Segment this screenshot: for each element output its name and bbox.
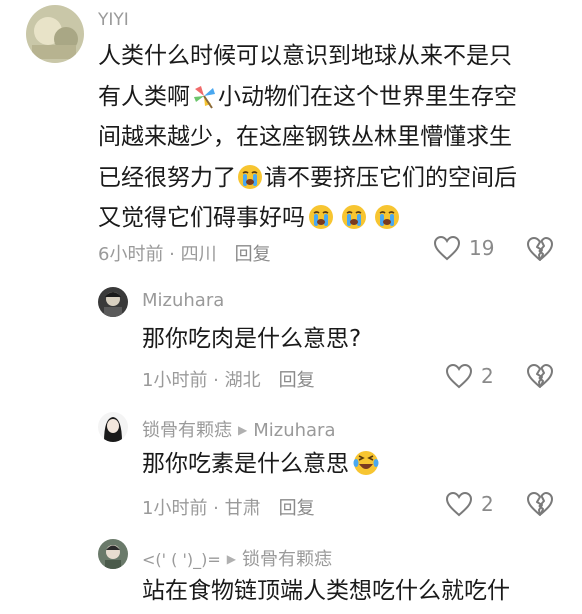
username: <(' ( ')_)= ▶ 锁骨有颗痣	[142, 545, 332, 571]
like-count: 19	[469, 236, 495, 260]
author-name[interactable]: <(' ( ')_)=	[142, 550, 221, 569]
like-count: 2	[481, 364, 494, 388]
comment-line: 人类什么时候可以意识到地球从来不是只	[98, 43, 512, 69]
username[interactable]: Mizuhara	[142, 290, 224, 311]
broken-heart-icon	[527, 492, 553, 516]
comment-line: 间越来越少，在这座钢铁丛林里懵懂求生	[98, 124, 512, 150]
comment-meta: 1小时前 · 湖北 回复	[142, 366, 315, 392]
reply-to-name[interactable]: 锁骨有颗痣	[242, 545, 332, 571]
heart-outline-icon	[433, 235, 461, 261]
timestamp: 1小时前	[142, 498, 208, 519]
location: 湖北	[224, 370, 261, 391]
reply-button[interactable]: 回复	[279, 498, 315, 519]
avatar[interactable]	[98, 412, 128, 442]
comment-line: 有人类啊 小动物们在这个世界里生存空	[98, 83, 517, 110]
comment-text[interactable]: 那你吃肉是什么意思?	[142, 319, 361, 360]
comment-meta: 1小时前 · 甘肃 回复	[142, 494, 315, 520]
username: 锁骨有颗痣 ▶ Mizuhara	[142, 416, 336, 442]
dislike-button[interactable]	[526, 491, 554, 517]
author-name[interactable]: 锁骨有颗痣	[142, 420, 232, 441]
avatar[interactable]	[98, 287, 128, 317]
comment-text[interactable]: 人类什么时候可以意识到地球从来不是只 有人类啊 小动物们在这个世界里生存空 间越来…	[98, 36, 517, 239]
comment-text[interactable]: 站在食物链顶端人类想吃什么就吃什	[142, 571, 510, 612]
dislike-button[interactable]	[526, 363, 554, 389]
username[interactable]: YIYI	[98, 10, 129, 30]
comment-text[interactable]: 那你吃素是什么意思	[142, 444, 380, 485]
comment-line: 已经很努力了 请不要挤压它们的空间后	[98, 164, 517, 191]
laughing-crying-emoji	[353, 450, 379, 476]
crying-face-emoji	[341, 204, 367, 230]
like-button[interactable]: 2	[445, 363, 494, 389]
reply-arrow-icon: ▶	[238, 423, 248, 437]
like-button[interactable]: 2	[445, 491, 494, 517]
location: 甘肃	[224, 498, 261, 519]
reply-to-name[interactable]: Mizuhara	[253, 420, 335, 441]
dislike-button[interactable]	[526, 236, 554, 262]
broken-heart-icon	[527, 237, 553, 261]
crying-face-emoji	[237, 164, 263, 190]
pinwheel-emoji	[191, 83, 217, 109]
heart-outline-icon	[445, 363, 473, 389]
meta-separator: ·	[207, 498, 225, 519]
reply-button[interactable]: 回复	[235, 244, 271, 265]
meta-separator: ·	[207, 370, 225, 391]
reply-arrow-icon: ▶	[226, 552, 236, 566]
like-button[interactable]: 19	[433, 235, 494, 261]
like-count: 2	[481, 492, 494, 516]
heart-outline-icon	[445, 491, 473, 517]
timestamp: 6小时前	[98, 244, 164, 265]
avatar[interactable]	[26, 5, 84, 63]
location: 四川	[180, 244, 217, 265]
crying-face-emoji	[374, 204, 400, 230]
avatar[interactable]	[98, 539, 128, 569]
comment-line: 又觉得它们碍事好吗	[98, 198, 517, 239]
reply-button[interactable]: 回复	[279, 370, 315, 391]
meta-separator: ·	[163, 244, 181, 265]
broken-heart-icon	[527, 364, 553, 388]
comment-meta: 6小时前 · 四川 回复	[98, 240, 271, 266]
crying-face-emoji	[308, 204, 334, 230]
timestamp: 1小时前	[142, 370, 208, 391]
